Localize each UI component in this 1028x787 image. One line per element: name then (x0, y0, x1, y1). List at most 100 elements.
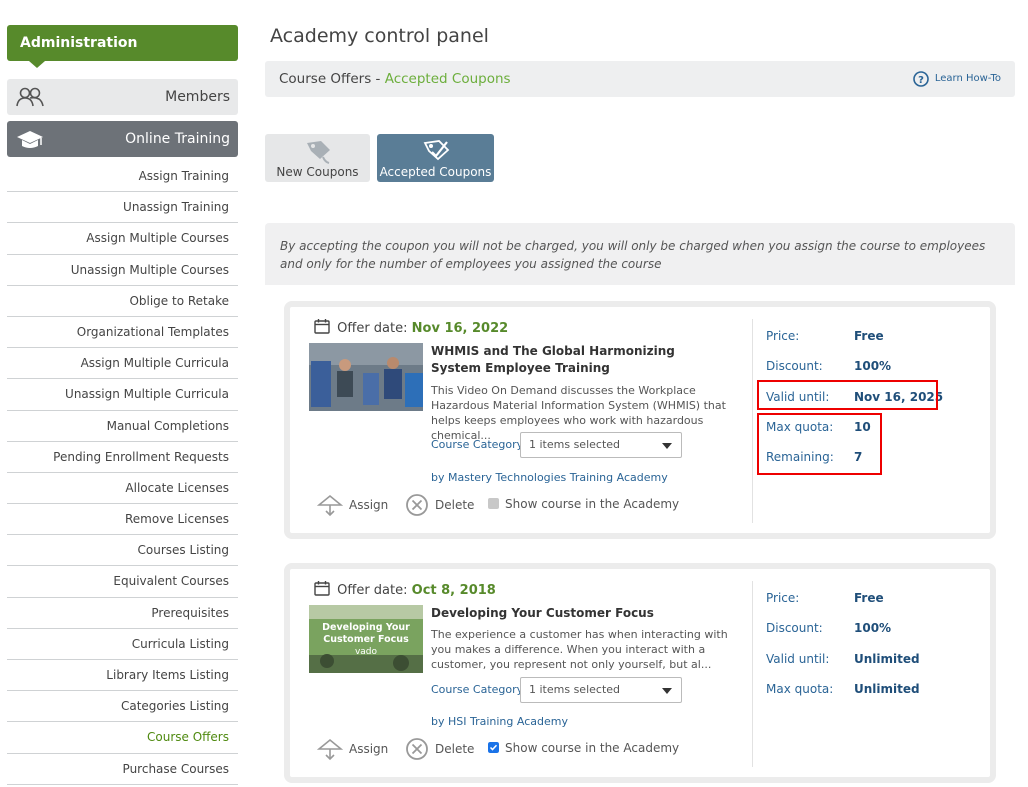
sidebar-item-organizational-templates[interactable]: Organizational Templates (7, 317, 238, 349)
course-thumbnail[interactable] (309, 343, 423, 411)
offers-list: Offer date: Nov 16, 2022 WHMIS and The G… (265, 285, 1015, 787)
price-value: Free (854, 329, 884, 343)
valid-until-value: Unlimited (854, 652, 920, 666)
breadcrumb-separator: - (371, 71, 385, 87)
show-in-academy-checkbox-disabled[interactable] (488, 498, 499, 509)
sidebar-item-oblige-to-retake[interactable]: Oblige to Retake (7, 286, 238, 317)
billing-notice: By accepting the coupon you will not be … (280, 239, 986, 271)
course-thumbnail-image (309, 343, 423, 411)
discount-row: Discount: 100% (766, 621, 891, 635)
sidebar-item-unassign-multiple-curricula[interactable]: Unassign Multiple Curricula (7, 379, 238, 411)
course-title[interactable]: Developing Your Customer Focus (431, 605, 711, 622)
sidebar-item-pending-enrollment-requests[interactable]: Pending Enrollment Requests (7, 442, 238, 473)
svg-text:?: ? (918, 75, 924, 86)
breadcrumb-parent[interactable]: Course Offers (279, 71, 371, 87)
offer-date-value: Nov 16, 2022 (411, 321, 509, 336)
delete-button[interactable]: Delete (405, 493, 474, 517)
course-provider-link[interactable]: by HSI Training Academy (431, 715, 568, 728)
valid-until-label: Valid until: (766, 652, 830, 666)
thumbnail-brand: vado (354, 647, 378, 657)
assign-button[interactable]: Assign (316, 493, 389, 517)
offer-date: Offer date: Nov 16, 2022 (314, 318, 508, 336)
sidebar-category-online-training[interactable]: Online Training (7, 121, 238, 157)
breadcrumb: Course Offers - Accepted Coupons ? Learn… (265, 61, 1015, 97)
course-provider-link[interactable]: by Mastery Technologies Training Academy (431, 471, 668, 484)
sidebar-item-purchase-courses[interactable]: Purchase Courses (7, 754, 238, 785)
course-title[interactable]: WHMIS and The Global Harmonizing System … (431, 343, 711, 377)
tab-accepted-coupons-label: Accepted Coupons (379, 165, 492, 179)
discount-label: Discount: (766, 621, 823, 635)
course-description: The experience a customer has when inter… (431, 628, 728, 671)
sidebar-item-equivalent-courses[interactable]: Equivalent Courses (7, 566, 238, 598)
delete-label: Delete (435, 742, 475, 756)
sidebar-item-curricula-listing[interactable]: Curricula Listing (7, 629, 238, 660)
sidebar-item-courses-listing[interactable]: Courses Listing (7, 535, 238, 567)
help-icon[interactable]: ? (913, 71, 929, 87)
sidebar-item-assign-multiple-curricula[interactable]: Assign Multiple Curricula (7, 348, 238, 380)
show-in-academy-label: Show course in the Academy (505, 496, 680, 511)
tab-accepted-coupons[interactable]: Accepted Coupons (377, 134, 494, 182)
sidebar-item-unassign-training[interactable]: Unassign Training (7, 192, 238, 224)
price-label: Price: (766, 329, 800, 343)
sidebar-category-members-label: Members (165, 89, 230, 105)
graduation-cap-icon (17, 131, 43, 148)
delete-label: Delete (435, 498, 475, 512)
course-category-label: Course Category: (431, 683, 527, 696)
assign-button[interactable]: Assign (316, 737, 388, 761)
coupon-icon (306, 141, 330, 164)
course-thumbnail[interactable]: Developing Your Customer Focus vado (309, 605, 423, 673)
sidebar-item-course-offers[interactable]: Course Offers (7, 722, 238, 754)
course-category-label: Course Category: (431, 438, 527, 451)
card-divider (752, 319, 753, 523)
course-category-selected: 1 items selected (529, 683, 621, 696)
accepted-coupon-icon (423, 140, 449, 161)
delete-icon (406, 494, 428, 516)
accepted-coupons-panel: By accepting the coupon you will not be … (265, 223, 1015, 787)
learn-howto-link[interactable]: Learn How-To (935, 61, 1001, 97)
price-row: Price: Free (766, 329, 884, 343)
administration-header: Administration (7, 25, 238, 68)
delete-button[interactable]: Delete (405, 737, 474, 761)
sidebar-item-assign-multiple-courses[interactable]: Assign Multiple Courses (7, 223, 238, 255)
discount-label: Discount: (766, 359, 823, 373)
calendar-icon (314, 581, 330, 596)
discount-row: Discount: 100% (766, 359, 891, 373)
sidebar-item-manual-completions[interactable]: Manual Completions (7, 411, 238, 442)
offer-date: Offer date: Oct 8, 2018 (314, 580, 496, 598)
chevron-down-icon (662, 443, 672, 449)
chevron-down-icon (662, 688, 672, 694)
course-category-select[interactable]: 1 items selected (520, 432, 682, 458)
sidebar-item-library-items-listing[interactable]: Library Items Listing (7, 660, 238, 692)
thumbnail-title: Developing Your Customer Focus (322, 622, 410, 645)
sidebar-item-categories-listing[interactable]: Categories Listing (7, 691, 238, 723)
sidebar-item-prerequisites[interactable]: Prerequisites (7, 598, 238, 629)
tab-new-coupons[interactable]: New Coupons (265, 134, 370, 182)
online-training-menu: Assign Training Unassign Training Assign… (7, 161, 238, 785)
sidebar-item-allocate-licenses[interactable]: Allocate Licenses (7, 473, 238, 505)
show-in-academy-toggle[interactable]: Show course in the Academy (488, 740, 679, 755)
sidebar-category-online-training-label: Online Training (125, 131, 230, 147)
price-value: Free (854, 591, 884, 605)
members-icon (16, 87, 44, 107)
page-title: Academy control panel (270, 25, 489, 47)
valid-until-row: Valid until: Unlimited (766, 652, 920, 666)
assign-icon (316, 738, 344, 761)
card-divider (752, 581, 753, 767)
max-quota-row: Max quota: Unlimited (766, 682, 920, 696)
sidebar-category-members[interactable]: Members (7, 79, 238, 115)
course-category-select[interactable]: 1 items selected (520, 677, 682, 703)
assign-label: Assign (349, 498, 389, 512)
delete-icon (406, 738, 428, 760)
tab-new-coupons-label: New Coupons (276, 165, 359, 179)
sidebar-item-remove-licenses[interactable]: Remove Licenses (7, 504, 238, 536)
sidebar-item-unassign-multiple-courses[interactable]: Unassign Multiple Courses (7, 255, 238, 286)
show-in-academy-checkbox[interactable] (488, 742, 499, 753)
valid-until-highlight-box (757, 380, 938, 410)
max-quota-label: Max quota: (766, 682, 834, 696)
breadcrumb-current: Accepted Coupons (384, 71, 511, 87)
quota-highlight-box (757, 413, 882, 475)
sidebar-item-assign-training[interactable]: Assign Training (7, 161, 238, 193)
price-row: Price: Free (766, 591, 884, 605)
assign-icon (316, 494, 344, 517)
show-in-academy-toggle[interactable]: Show course in the Academy (488, 496, 679, 511)
